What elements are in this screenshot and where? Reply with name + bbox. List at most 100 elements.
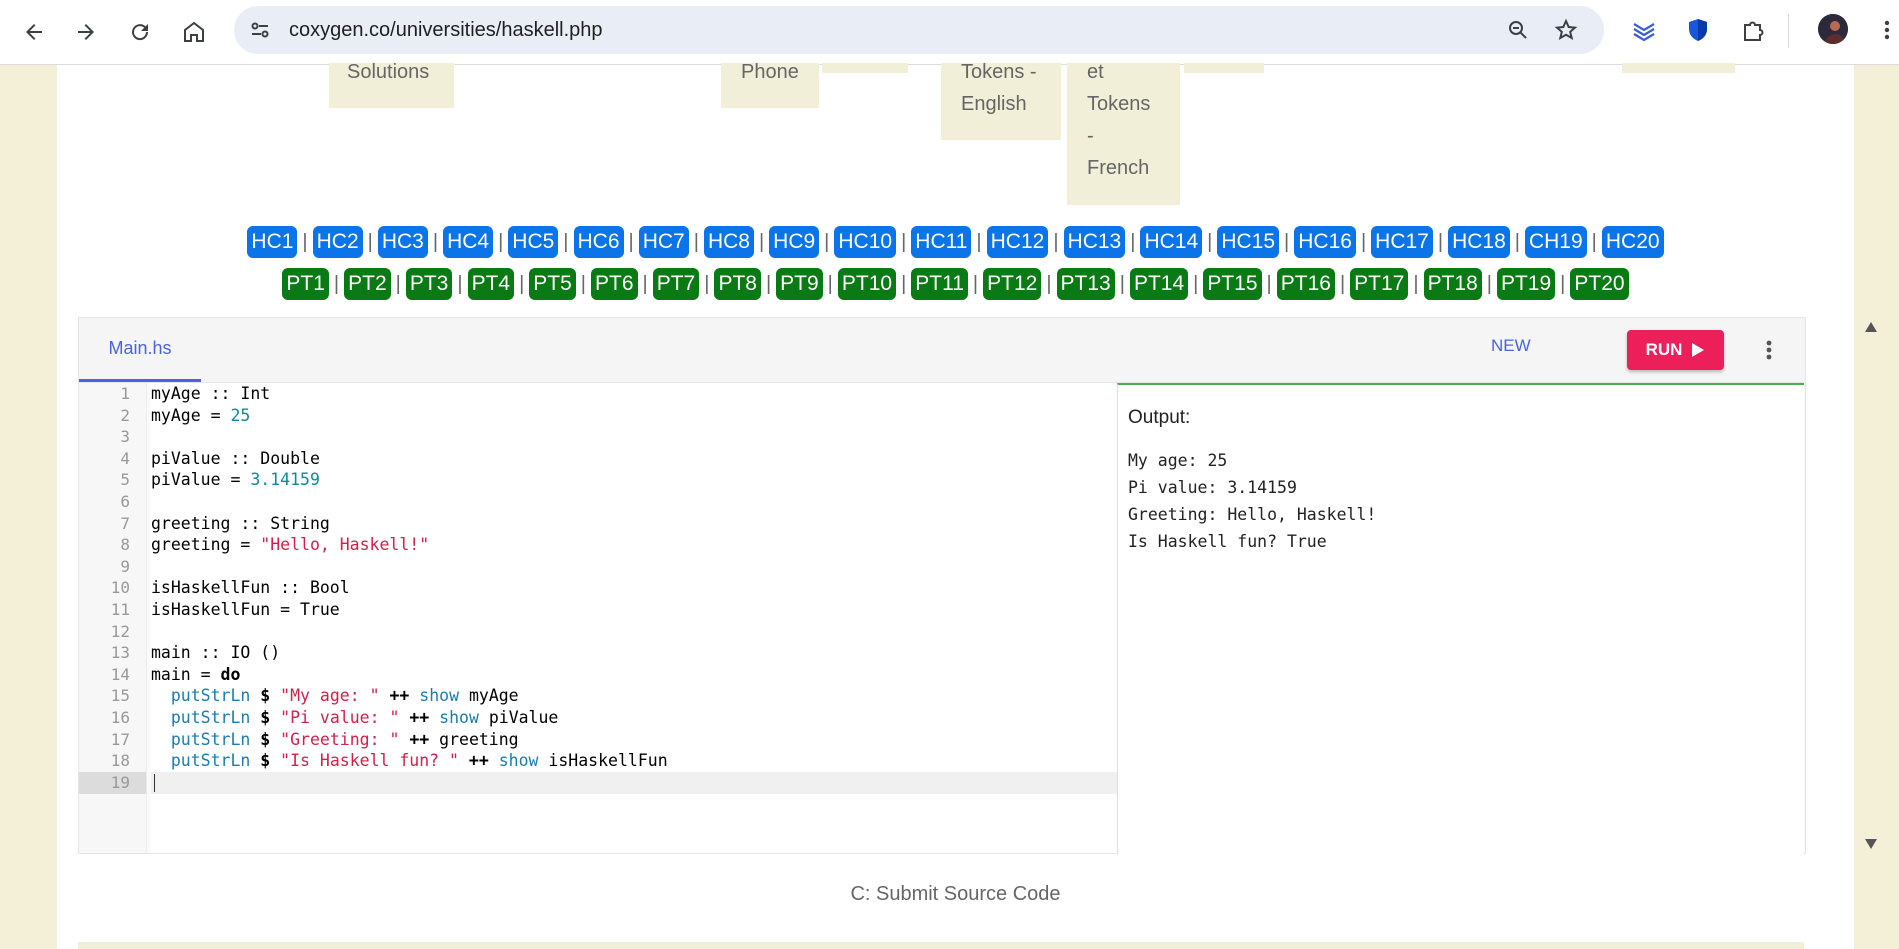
pt-button-pt18[interactable]: PT18 xyxy=(1423,268,1482,300)
code-line: isHaskellFun = True xyxy=(151,599,340,621)
hc-button-hc11[interactable]: HC11 xyxy=(911,226,972,258)
hc-button-hc18[interactable]: HC18 xyxy=(1448,226,1510,258)
pt-button-pt15[interactable]: PT15 xyxy=(1203,268,1262,300)
hc-button-hc7[interactable]: HC7 xyxy=(638,226,689,258)
pt-button-pt5[interactable]: PT5 xyxy=(529,268,576,300)
extension-shield-icon[interactable] xyxy=(1684,16,1712,44)
browser-toolbar: coxygen.co/universities/haskell.php xyxy=(0,0,1899,65)
code-token: main :: IO () xyxy=(151,643,281,663)
pt-button-pt10[interactable]: PT10 xyxy=(837,268,897,300)
pt-button-pt4[interactable]: PT4 xyxy=(467,268,515,300)
nav-card-blank-2[interactable] xyxy=(1184,63,1264,73)
home-icon[interactable] xyxy=(176,14,212,50)
pt-button-pt17[interactable]: PT17 xyxy=(1350,268,1409,300)
hc-button-hc13[interactable]: HC13 xyxy=(1063,226,1126,258)
hc-button-hc6[interactable]: HC6 xyxy=(573,226,624,258)
nav-card-label: et Tokens - French xyxy=(1087,61,1151,179)
extension-layers-icon[interactable] xyxy=(1630,16,1658,44)
hc-button-hc12[interactable]: HC12 xyxy=(986,226,1049,258)
nav-card-tokens-french[interactable]: et Tokens - French xyxy=(1067,61,1180,205)
back-arrow-icon[interactable] xyxy=(16,14,52,50)
hc-button-hc16[interactable]: HC16 xyxy=(1294,226,1356,258)
url-text[interactable]: coxygen.co/universities/haskell.php xyxy=(289,19,603,42)
pt-button-pt2[interactable]: PT2 xyxy=(344,268,391,300)
pt-button-pt9[interactable]: PT9 xyxy=(776,268,823,300)
code-token: 3.14159 xyxy=(250,470,320,490)
pt-button-pt3[interactable]: PT3 xyxy=(405,268,453,300)
hc-button-hc2[interactable]: HC2 xyxy=(312,226,363,258)
separator: | xyxy=(1413,272,1419,295)
hc-button-hc8[interactable]: HC8 xyxy=(703,226,754,258)
hc-button-hc1[interactable]: HC1 xyxy=(247,226,298,258)
separator: | xyxy=(824,230,830,253)
code-token: ++ xyxy=(409,708,430,727)
pt-button-pt7[interactable]: PT7 xyxy=(652,268,700,300)
hc-button-hc4[interactable]: HC4 xyxy=(443,226,494,258)
more-options-icon[interactable] xyxy=(1759,336,1779,364)
zoom-icon[interactable] xyxy=(1506,18,1530,42)
hc-button-hc3[interactable]: HC3 xyxy=(377,226,428,258)
separator: | xyxy=(333,272,340,295)
forward-arrow-icon[interactable] xyxy=(68,14,104,50)
nav-card-solutions[interactable]: Solutions xyxy=(329,61,454,108)
hc-button-hc20[interactable]: HC20 xyxy=(1601,226,1664,258)
pt-button-pt1[interactable]: PT1 xyxy=(282,268,329,300)
code-token: show xyxy=(439,708,479,727)
reload-icon[interactable] xyxy=(122,14,158,50)
code-area[interactable]: myAge :: Int myAge = 25 piValue :: Double p… xyxy=(151,383,1187,853)
code-token: "Is Haskell fun? " xyxy=(280,751,459,771)
browser-menu-icon[interactable] xyxy=(1877,16,1897,44)
line-number: 2 xyxy=(120,405,130,425)
pt-button-pt6[interactable]: PT6 xyxy=(591,268,638,300)
separator: | xyxy=(758,230,765,253)
address-bar[interactable]: coxygen.co/universities/haskell.php xyxy=(234,6,1604,54)
hc-button-hc9[interactable]: HC9 xyxy=(769,226,820,258)
nav-card-label: Phone xyxy=(741,61,799,83)
hc-button-hc10[interactable]: HC10 xyxy=(834,226,897,258)
line-number: 15 xyxy=(110,686,130,706)
run-button[interactable]: RUN xyxy=(1627,330,1724,370)
tab-main-hs[interactable]: Main.hs xyxy=(79,318,201,382)
profile-avatar[interactable] xyxy=(1818,14,1848,44)
hc-button-hc14[interactable]: HC14 xyxy=(1140,226,1203,258)
nav-card-tokens-english[interactable]: Tokens - English xyxy=(941,61,1061,140)
scroll-down-arrow[interactable] xyxy=(1864,837,1878,849)
nav-card-blank-1[interactable] xyxy=(822,63,908,73)
hc-button-ch19[interactable]: CH19 xyxy=(1524,226,1587,258)
code-token: "Greeting: " xyxy=(280,729,400,749)
line-number: 18 xyxy=(110,751,130,771)
site-info-icon[interactable] xyxy=(248,18,272,42)
separator: | xyxy=(704,272,710,295)
pt-button-pt20[interactable]: PT20 xyxy=(1570,268,1629,300)
bookmark-star-icon[interactable] xyxy=(1554,18,1578,42)
separator: | xyxy=(1119,272,1125,295)
pt-button-pt19[interactable]: PT19 xyxy=(1496,268,1556,300)
pt-button-pt13[interactable]: PT13 xyxy=(1056,268,1115,300)
new-button[interactable]: NEW xyxy=(1491,336,1531,356)
code-token: 25 xyxy=(230,405,251,425)
hc-button-hc5[interactable]: HC5 xyxy=(508,226,559,258)
text-cursor xyxy=(154,774,155,792)
nav-card-phone[interactable]: Phone xyxy=(721,61,819,108)
code-token: greeting :: String xyxy=(151,513,330,533)
pt-button-pt12[interactable]: PT12 xyxy=(983,268,1042,300)
hc-button-hc17[interactable]: HC17 xyxy=(1371,226,1433,258)
extensions-puzzle-icon[interactable] xyxy=(1739,16,1767,44)
nav-card-blank-3[interactable] xyxy=(1622,63,1735,73)
pt-button-pt16[interactable]: PT16 xyxy=(1276,268,1335,300)
pt-button-pt8[interactable]: PT8 xyxy=(714,268,761,300)
line-number: 5 xyxy=(120,470,130,490)
hc-button-hc15[interactable]: HC15 xyxy=(1217,226,1280,258)
pt-button-pt14[interactable]: PT14 xyxy=(1129,268,1189,300)
code-line: myAge :: Int xyxy=(151,383,270,405)
code-token: piValue = xyxy=(151,470,251,490)
pt-button-pt11[interactable]: PT11 xyxy=(911,268,968,300)
scroll-up-arrow[interactable] xyxy=(1864,320,1878,332)
line-number: 19 xyxy=(110,772,130,792)
separator: | xyxy=(642,272,648,295)
